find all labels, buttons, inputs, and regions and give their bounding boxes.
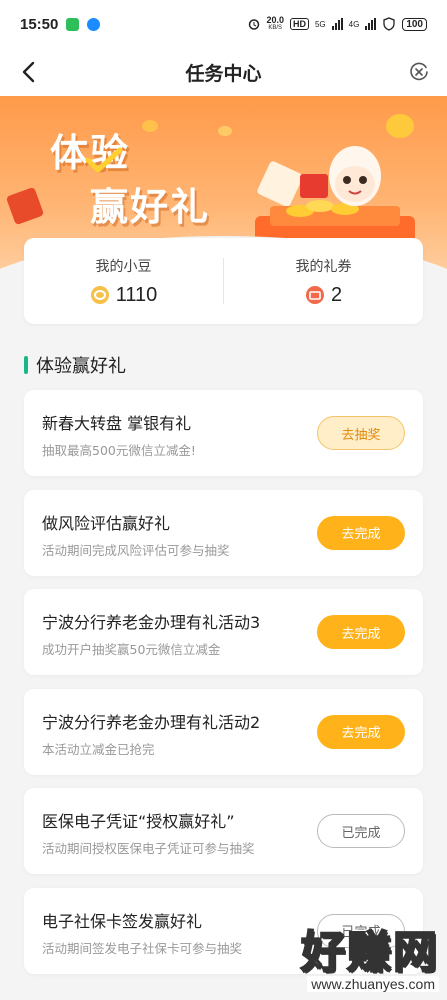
task-desc: 活动期间授权医保电子凭证可参与抽奖 [42, 841, 255, 856]
battery-indicator: 100 [402, 17, 427, 31]
signal-icon [331, 18, 343, 30]
task-desc: 抽取最高500元微信立减金! [42, 443, 196, 458]
check-mark-icon [85, 147, 123, 173]
section-title: 体验赢好礼 [36, 356, 126, 377]
my-beans[interactable]: 我的小豆 1110 [24, 238, 223, 324]
nav-bar: 任务中心 [0, 48, 447, 96]
chevron-left-icon [22, 61, 35, 83]
task-title: 新春大转盘 掌银有礼 [42, 414, 192, 433]
task-title: 电子社保卡签发赢好礼 [42, 911, 203, 931]
coupon-icon [305, 286, 324, 304]
beans-label: 我的小豆 [95, 258, 152, 275]
wechat-icon [66, 17, 80, 31]
task-card: 做风险评估赢好礼 活动期间完成风险评估可参与抽奖 去完成 [24, 489, 423, 576]
task-card: 医保电子凭证“授权赢好礼” 活动期间授权医保电子凭证可参与抽奖 已完成 [24, 788, 423, 874]
close-button[interactable] [405, 58, 433, 86]
section-header: 体验赢好礼 [24, 352, 126, 378]
status-time: 15:50 [20, 15, 59, 33]
task-desc: 本活动立减金已抢完 [42, 741, 155, 757]
task-desc: 成功开户抽奖赢50元微信立减金 [42, 642, 221, 657]
net2-label: 4G [348, 19, 360, 29]
page-title: 任务中心 [185, 62, 262, 85]
task-card: 宁波分行养老金办理有礼活动3 成功开户抽奖赢50元微信立减金 去完成 [24, 589, 423, 675]
bean-icon [90, 286, 109, 304]
task-title: 宁波分行养老金办理有礼活动3 [42, 613, 261, 632]
go-complete-button[interactable]: 去完成 [317, 515, 405, 550]
task-title: 做风险评估赢好礼 [42, 513, 171, 533]
security-shield-icon [383, 17, 395, 31]
close-circle-icon [410, 62, 428, 81]
site-watermark: 好赚网 www.zhuanyes.com [300, 916, 439, 992]
coupons-label: 我的礼券 [295, 258, 352, 275]
network-speed: 20.0 KB/S [266, 15, 284, 32]
draw-lottery-button[interactable]: 去抽奖 [317, 416, 405, 450]
go-complete-button[interactable]: 去完成 [317, 615, 405, 649]
task-title: 宁波分行养老金办理有礼活动2 [42, 712, 261, 732]
task-card: 新春大转盘 掌银有礼 抽取最高500元微信立减金! 去抽奖 [24, 390, 423, 476]
task-desc: 活动期间完成风险评估可参与抽奖 [42, 542, 230, 558]
back-button[interactable] [14, 58, 42, 86]
go-complete-button[interactable]: 去完成 [317, 714, 405, 749]
status-bar: 15:50 20.0 KB/S HD 5G 4G 100 [0, 0, 447, 48]
alarm-icon [249, 19, 260, 30]
hd-badge: HD [289, 18, 309, 30]
watermark-url: www.zhuanyes.com [307, 976, 439, 992]
section-accent-bar [24, 356, 28, 374]
my-coupons[interactable]: 我的礼券 2 [224, 238, 423, 324]
completed-button[interactable]: 已完成 [317, 814, 405, 848]
task-desc: 活动期间签发电子社保卡可参与抽奖 [42, 940, 243, 956]
net1-label: 5G [314, 19, 326, 29]
task-list: 新春大转盘 掌银有礼 抽取最高500元微信立减金! 去抽奖 做风险评估赢好礼 活… [24, 390, 423, 987]
task-title: 医保电子凭证“授权赢好礼” [42, 812, 235, 831]
task-card: 宁波分行养老金办理有礼活动2 本活动立减金已抢完 去完成 [24, 688, 423, 775]
app-notification-icon [87, 17, 101, 31]
signal-icon-2 [365, 18, 377, 30]
beans-value: 1110 [115, 283, 158, 306]
banner-title-line2: 赢好礼 [90, 185, 211, 229]
coupons-value: 2 [330, 283, 343, 306]
asset-summary-card: 我的小豆 1110 我的礼券 2 [24, 238, 423, 324]
watermark-text: 好赚网 [300, 926, 439, 979]
